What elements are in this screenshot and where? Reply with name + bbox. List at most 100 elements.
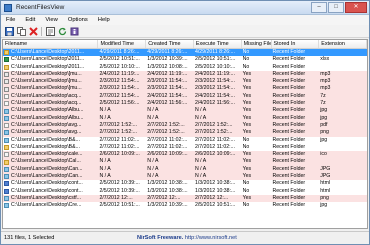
table-row[interactable]: C:\Users\Lance\Desktop\Cal... N / A N / A N… xyxy=(3,158,367,166)
table-row[interactable]: C:\Users\Lance\Desktop\Can... N / A N / A N… xyxy=(3,173,367,181)
column-header-extension[interactable]: Extension xyxy=(319,40,367,48)
cell-stored-in: Recent Folder xyxy=(272,180,306,187)
cell-extension: html xyxy=(320,187,331,194)
menu-options[interactable]: Options xyxy=(63,15,93,25)
cell-missing: Yes xyxy=(242,78,252,85)
column-header-execute[interactable]: Execute Time xyxy=(194,40,242,48)
cell-filename: C:\Users\Lance\Desktop\[mu... xyxy=(3,85,98,92)
table-row[interactable]: C:\Users\Lance\Desktop\acq... 2/7/2012 11… xyxy=(3,92,367,101)
table-row[interactable]: C:\Users\Lance\Desktop\Can... N / A N / A N… xyxy=(3,165,367,174)
cell-execute: 2/3/2012 11:54:... xyxy=(194,78,235,85)
cell-execute: 2/4/2012 11:56:... xyxy=(194,100,235,107)
filename-text: C:\Users\Lance\Desktop\[mu... xyxy=(11,70,82,77)
cell-extension: 7z xyxy=(320,100,326,107)
table-row[interactable]: C:\Users\Lance\Desktop\2011... 2/5/2012 1… xyxy=(3,64,367,71)
table-row[interactable]: C:\Users\Lance\Desktop\Albu... N / A N / A… xyxy=(3,114,367,122)
cell-execute: N / A xyxy=(194,114,207,121)
cell-filename: C:\Users\Lance\Desktop\cstf... xyxy=(3,195,98,202)
refresh-icon[interactable] xyxy=(57,26,67,36)
table-row[interactable]: C:\Users\Lance\Desktop\B&... 2/7/2012 11:… xyxy=(3,144,367,151)
file-icon xyxy=(4,108,9,114)
table-row[interactable]: C:\Users\Lance\Desktop\2011... 4/29/2011 … xyxy=(3,49,367,57)
table-row[interactable]: C:\Users\Lance\Desktop\avg... 2/7/2012 1:… xyxy=(3,121,367,130)
table-row[interactable]: C:\Users\Lance\Desktop\[mu... 2/3/2012 11… xyxy=(3,85,367,93)
filename-text: C:\Users\Lance\Desktop\B&... xyxy=(11,143,80,150)
menu-help[interactable]: Help xyxy=(93,15,115,25)
close-button[interactable]: ✕ xyxy=(345,2,367,13)
column-header-missing[interactable]: Missing File xyxy=(242,40,272,48)
cell-stored-in: Recent Folder xyxy=(272,187,306,194)
menu-file[interactable]: File xyxy=(1,15,20,25)
cell-created: N / A xyxy=(147,173,159,180)
column-header-filename[interactable]: Filename xyxy=(3,40,99,48)
file-icon xyxy=(4,57,9,63)
properties-icon[interactable] xyxy=(45,26,55,36)
files-table[interactable]: Filename Modified Time Created Time Exec… xyxy=(2,39,368,229)
table-row[interactable]: C:\Users\Lance\Desktop\cont... 2/5/2012 1… xyxy=(3,188,367,195)
cell-missing: No xyxy=(242,49,250,55)
delete-icon[interactable] xyxy=(28,26,38,36)
table-row[interactable]: C:\Users\Lance\Desktop\acq... 2/5/2012 11… xyxy=(3,100,367,108)
cell-modified: N / A xyxy=(99,114,111,121)
save-icon[interactable] xyxy=(4,26,14,36)
column-header-created[interactable]: Created Time xyxy=(146,40,194,48)
filename-text: C:\Users\Lance\Desktop\B&... xyxy=(11,136,80,143)
status-nirsoft[interactable]: NirSoft Freeware. http://www.nirsoft.net xyxy=(137,235,237,241)
cell-execute: 2/7/2012 12:... xyxy=(194,194,229,201)
cell-extension: jpg xyxy=(320,202,328,209)
cell-filename: C:\Users\Lance\Desktop\avg... xyxy=(3,122,98,129)
cell-missing: No xyxy=(242,180,250,187)
cell-stored-in: Recent Folder xyxy=(272,143,306,150)
filename-text: C:\Users\Lance\Desktop\acq... xyxy=(11,92,82,99)
cell-extension xyxy=(319,64,367,71)
cell-missing: No xyxy=(242,202,250,209)
status-url[interactable]: http://www.nirsoft.net xyxy=(185,235,237,241)
cell-stored-in: Recent Folder xyxy=(272,56,306,63)
cell-filename: C:\Users\Lance\Desktop\avg... xyxy=(3,129,98,136)
cell-execute: 2/7/2012 1:52:... xyxy=(194,129,233,136)
cell-missing: Yes xyxy=(242,129,252,136)
cell-created: 1/3/2012 10:08:... xyxy=(147,63,188,70)
about-icon[interactable] xyxy=(69,26,79,36)
toolbar xyxy=(1,25,369,38)
folder-icon xyxy=(4,145,9,150)
cell-extension: mp3 xyxy=(320,85,331,92)
title-bar[interactable]: RecentFilesView – □ ✕ xyxy=(1,1,369,15)
cell-extension: mp3 xyxy=(320,78,331,85)
cell-modified: 2/3/2012 11:54:... xyxy=(99,85,140,92)
menu-edit[interactable]: Edit xyxy=(20,15,40,25)
cell-created: 2/3/2012 11:54:... xyxy=(147,78,188,85)
window-title: RecentFilesView xyxy=(16,4,65,11)
cell-extension: mp3 xyxy=(320,70,331,77)
table-row[interactable]: C:\Users\Lance\Desktop\[mu... 2/4/2012 11… xyxy=(3,70,367,79)
column-header-stored[interactable]: Stored In xyxy=(272,40,320,48)
cell-filename: C:\Users\Lance\Desktop\B&... xyxy=(3,144,98,151)
table-row[interactable]: C:\Users\Lance\Desktop\Cre... 2/5/2012 10… xyxy=(3,202,367,209)
table-row[interactable]: C:\Users\Lance\Desktop\Albu... N / A N / A… xyxy=(3,107,367,115)
maximize-button[interactable]: □ xyxy=(328,2,344,13)
cell-filename: C:\Users\Lance\Desktop\Cre... xyxy=(3,202,98,209)
cell-execute: 4/29/2011 8:26:... xyxy=(194,49,235,55)
table-row[interactable]: C:\Users\Lance\Desktop\cont... 2/5/2012 1… xyxy=(3,180,367,187)
cell-filename: C:\Users\Lance\Desktop\acq... xyxy=(3,100,98,107)
cell-filename: C:\Users\Lance\Desktop\[mu... xyxy=(3,71,98,78)
cell-created: 2/3/2012 11:54:... xyxy=(147,85,188,92)
column-header-modified[interactable]: Modified Time xyxy=(98,40,147,48)
copy-icon[interactable] xyxy=(16,26,26,36)
cell-filename: C:\Users\Lance\Desktop\cale... xyxy=(3,151,98,158)
cell-extension: png xyxy=(320,194,329,201)
table-row[interactable]: C:\Users\Lance\Desktop\2011... 2/5/2012 1… xyxy=(3,56,367,63)
table-row[interactable]: C:\Users\Lance\Desktop\avg... 2/7/2012 1:… xyxy=(3,129,367,137)
table-row[interactable]: C:\Users\Lance\Desktop\B&... 2/7/2012 11:… xyxy=(3,137,367,144)
table-row[interactable]: C:\Users\Lance\Desktop\[mu... 2/3/2012 11… xyxy=(3,78,367,86)
cell-modified: N / A xyxy=(99,158,111,165)
cell-stored-in: Recent Folder xyxy=(272,92,306,99)
cell-created: 2/7/2012 1:52:... xyxy=(147,121,185,128)
menu-view[interactable]: View xyxy=(40,15,62,25)
minimize-button[interactable]: – xyxy=(311,2,327,13)
folder-icon xyxy=(4,50,9,56)
cell-created: 1/3/2012 10:38:... xyxy=(147,180,188,187)
file-icon xyxy=(4,93,9,99)
table-row[interactable]: C:\Users\Lance\Desktop\cstf... 2/7/2012 1… xyxy=(3,194,367,203)
table-row[interactable]: C:\Users\Lance\Desktop\cale... 2/6/2012 1… xyxy=(3,151,367,159)
